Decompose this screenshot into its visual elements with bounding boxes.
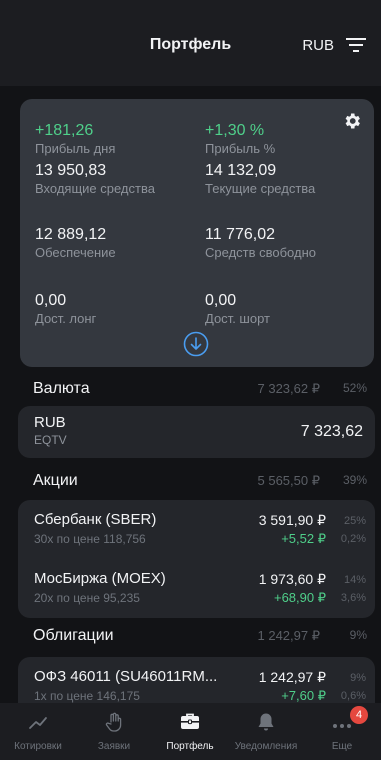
long-label: Дост. лонг <box>35 311 97 326</box>
asset-name: Сбербанк (SBER) <box>34 511 157 528</box>
short-metric: 0,00 Дост. шорт <box>205 291 270 327</box>
collateral-metric: 12 889,12 Обеспечение <box>35 225 116 261</box>
asset-name: ОФЗ 46011 (SU46011RM... <box>34 668 218 685</box>
asset-amount: 3 591,90 ₽ <box>258 512 326 528</box>
notification-badge: 4 <box>350 706 368 724</box>
incoming-label: Входящие средства <box>35 181 155 196</box>
profit-pct-value: +1,30 % <box>205 122 265 139</box>
section-pct: 52% <box>342 381 367 395</box>
free-funds-label: Средств свободно <box>205 245 316 260</box>
section-bonds[interactable]: Облигации 1 242,97 ₽ 9% <box>0 621 381 651</box>
collateral-label: Обеспечение <box>35 245 116 260</box>
current-metric: 14 132,09 Текущие средства <box>205 161 315 197</box>
profit-pct-label: Прибыль % <box>205 141 276 156</box>
asset-pct: 9% <box>350 672 366 684</box>
asset-sub: 30x по цене 118,756 <box>34 532 146 546</box>
top-bar: Портфель RUB <box>0 0 381 86</box>
tab-more[interactable]: 4 Еще <box>304 703 380 760</box>
current-label: Текущие средства <box>205 181 316 196</box>
portfolio-summary-card: +181,26 Прибыль дня +1,30 % Прибыль % 13… <box>20 99 374 367</box>
asset-sub: 1x по цене 146,175 <box>34 689 140 703</box>
tab-label: Котировки <box>14 741 62 752</box>
section-pct: 9% <box>349 628 367 642</box>
tab-label: Заявки <box>97 741 131 752</box>
asset-sub: 20x по цене 95,235 <box>34 591 140 605</box>
currency-selector[interactable]: RUB <box>302 37 334 54</box>
list-item[interactable]: МосБиржа (MOEX) 20x по цене 95,235 1 973… <box>18 559 375 617</box>
currency-card: RUB EQTV 7 323,62 <box>18 406 375 458</box>
asset-pct: 25% <box>343 515 366 527</box>
tab-label: Еще <box>331 741 353 752</box>
tab-notifications[interactable]: Уведомления <box>228 703 304 760</box>
collateral-value: 12 889,12 <box>35 226 107 243</box>
profit-pct-metric: +1,30 % Прибыль % <box>205 121 275 157</box>
incoming-value: 13 950,83 <box>35 162 107 179</box>
filter-icon[interactable] <box>345 35 367 55</box>
asset-sub: EQTV <box>34 433 67 447</box>
list-item[interactable]: RUB EQTV 7 323,62 <box>18 406 375 458</box>
day-profit-label: Прибыль дня <box>35 141 116 156</box>
asset-amount: 1 973,60 ₽ <box>258 571 326 587</box>
day-profit-metric: +181,26 Прибыль дня <box>35 121 115 157</box>
chart-line-icon <box>29 717 47 729</box>
current-value: 14 132,09 <box>205 162 277 179</box>
asset-pct: 14% <box>343 574 366 586</box>
section-name: Акции <box>33 472 78 489</box>
free-funds-value: 11 776,02 <box>205 226 275 243</box>
asset-change-pct: 0,6% <box>340 690 366 702</box>
bell-icon <box>258 713 274 731</box>
tab-orders[interactable]: Заявки <box>76 703 152 760</box>
section-name: Валюта <box>33 380 90 397</box>
asset-name: МосБиржа (MOEX) <box>34 570 166 587</box>
section-amount: 7 323,62 ₽ <box>257 381 321 396</box>
asset-change-pct: 3,6% <box>340 592 366 604</box>
short-label: Дост. шорт <box>205 311 270 326</box>
expand-down-icon[interactable] <box>183 331 209 357</box>
asset-name: RUB <box>34 414 66 431</box>
tab-label: Уведомления <box>234 741 298 752</box>
free-funds-metric: 11 776,02 Средств свободно <box>205 225 316 261</box>
long-metric: 0,00 Дост. лонг <box>35 291 96 327</box>
section-pct: 39% <box>342 473 367 487</box>
short-value: 0,00 <box>205 292 237 309</box>
section-name: Облигации <box>33 627 114 644</box>
asset-change: +68,90 ₽ <box>273 590 326 605</box>
tab-label: Портфель <box>166 741 214 752</box>
asset-change-pct: 0,2% <box>340 533 366 545</box>
long-value: 0,00 <box>35 292 67 309</box>
tab-quotes[interactable]: Котировки <box>0 703 76 760</box>
section-currency[interactable]: Валюта 7 323,62 ₽ 52% <box>0 374 381 404</box>
tab-portfolio[interactable]: Портфель <box>152 703 228 760</box>
asset-change: +7,60 ₽ <box>281 688 326 703</box>
section-stocks[interactable]: Акции 5 565,50 ₽ 39% <box>0 466 381 496</box>
section-amount: 1 242,97 ₽ <box>257 628 321 643</box>
asset-change: +5,52 ₽ <box>281 531 326 546</box>
list-item[interactable]: Сбербанк (SBER) 30x по цене 118,756 3 59… <box>18 500 375 558</box>
section-amount: 5 565,50 ₽ <box>257 473 321 488</box>
hand-icon <box>105 712 122 732</box>
briefcase-icon <box>181 713 199 729</box>
asset-amount: 1 242,97 ₽ <box>258 669 326 685</box>
asset-amount: 7 323,62 <box>300 423 363 440</box>
bottom-tab-bar: Котировки Заявки Портфель Уведомления 4 … <box>0 703 381 760</box>
stocks-card: Сбербанк (SBER) 30x по цене 118,756 3 59… <box>18 500 375 618</box>
gear-icon[interactable] <box>342 111 362 131</box>
day-profit-value: +181,26 <box>35 122 94 139</box>
incoming-metric: 13 950,83 Входящие средства <box>35 161 155 197</box>
